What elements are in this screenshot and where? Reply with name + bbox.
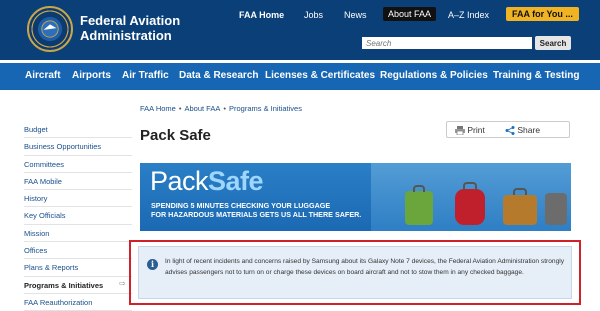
nav-air-traffic[interactable]: Air Traffic bbox=[122, 70, 169, 81]
banner-tagline-line-2: FOR HAZARDOUS MATERIALS GETS US ALL THER… bbox=[151, 210, 362, 219]
sidebar-item-mission[interactable]: Mission bbox=[24, 225, 132, 243]
nav-data-research[interactable]: Data & Research bbox=[179, 70, 258, 81]
top-link-faa-for-you[interactable]: FAA for You ... bbox=[506, 7, 579, 21]
search-button[interactable]: Search bbox=[535, 36, 571, 50]
top-link-about-faa[interactable]: About FAA bbox=[383, 7, 437, 21]
green-bag-handle bbox=[413, 185, 425, 192]
brand-line-1: Federal Aviation bbox=[80, 13, 181, 28]
print-icon bbox=[455, 126, 465, 136]
search-input[interactable] bbox=[362, 37, 532, 49]
site-header: Federal Aviation Administration FAA Home… bbox=[0, 0, 600, 60]
breadcrumb-programs-initiatives[interactable]: Programs & Initiatives bbox=[229, 104, 302, 113]
breadcrumb-about-faa[interactable]: About FAA bbox=[185, 104, 221, 113]
banner-title-safe: Safe bbox=[208, 166, 264, 196]
share-tools: Print Share bbox=[446, 121, 570, 138]
share-label: Share bbox=[517, 125, 541, 135]
nav-airports[interactable]: Airports bbox=[72, 70, 111, 81]
banner-tagline-line-1: SPENDING 5 MINUTES CHECKING YOUR LUGGAGE bbox=[151, 201, 331, 210]
breadcrumb-separator: • bbox=[223, 104, 226, 113]
share-button[interactable]: Share bbox=[505, 125, 541, 136]
sidebar-item-committees[interactable]: Committees bbox=[24, 156, 132, 173]
red-bag-illustration bbox=[455, 189, 485, 225]
page-title: Pack Safe bbox=[140, 127, 211, 144]
red-bag-handle bbox=[463, 182, 477, 190]
nav-training-testing[interactable]: Training & Testing bbox=[493, 70, 579, 81]
alert-text: In light of recent incidents and concern… bbox=[165, 258, 565, 276]
brown-suitcase-handle bbox=[513, 188, 527, 195]
breadcrumb-faa-home[interactable]: FAA Home bbox=[140, 104, 176, 113]
sidebar-item-budget[interactable]: Budget bbox=[24, 121, 132, 139]
nav-aircraft[interactable]: Aircraft bbox=[25, 70, 61, 81]
active-item-arrow-icon: ⇨ bbox=[119, 279, 126, 288]
green-backpack-illustration bbox=[405, 191, 433, 225]
sidebar-nav: Budget Business Opportunities Committees… bbox=[24, 121, 132, 311]
breadcrumb-separator: • bbox=[178, 104, 182, 113]
sidebar-item-faa-mobile[interactable]: FAA Mobile bbox=[24, 173, 132, 191]
galaxy-note-7-alert: i In light of recent incidents and conce… bbox=[138, 246, 572, 299]
top-link-news[interactable]: News bbox=[344, 10, 367, 20]
print-button[interactable]: Print bbox=[455, 125, 485, 136]
site-brand[interactable]: Federal Aviation Administration bbox=[80, 13, 180, 43]
sidebar-item-faa-reauthorization[interactable]: FAA Reauthorization bbox=[24, 294, 132, 311]
brand-line-2: Administration bbox=[80, 28, 172, 43]
banner-tagline: SPENDING 5 MINUTES CHECKING YOUR LUGGAGE… bbox=[151, 201, 361, 219]
gray-case-illustration bbox=[545, 193, 567, 225]
breadcrumb: FAA Home • About FAA • Programs & Initiative… bbox=[140, 104, 302, 113]
share-icon bbox=[505, 126, 515, 136]
faa-seal-logo[interactable] bbox=[27, 6, 73, 52]
sidebar-item-business-opportunities[interactable]: Business Opportunities bbox=[24, 138, 132, 156]
top-link-faa-home[interactable]: FAA Home bbox=[239, 10, 284, 20]
sidebar-item-programs-initiatives[interactable]: Programs & Initiatives bbox=[24, 277, 132, 294]
nav-licenses-certificates[interactable]: Licenses & Certificates bbox=[265, 70, 375, 81]
sidebar-item-history[interactable]: History bbox=[24, 190, 132, 208]
sidebar-item-key-officials[interactable]: Key Officials bbox=[24, 207, 132, 225]
main-nav: Aircraft Airports Air Traffic Data & Res… bbox=[0, 63, 600, 90]
sidebar-item-plans-reports[interactable]: Plans & Reports bbox=[24, 259, 132, 277]
brown-suitcase-illustration bbox=[503, 195, 537, 225]
sidebar-item-offices[interactable]: Offices bbox=[24, 242, 132, 260]
print-label: Print bbox=[467, 125, 485, 135]
nav-regulations-policies[interactable]: Regulations & Policies bbox=[380, 70, 488, 81]
pack-safe-banner: PackSafe SPENDING 5 MINUTES CHECKING YOU… bbox=[140, 163, 571, 231]
info-icon: i bbox=[147, 259, 158, 270]
banner-title: PackSafe bbox=[150, 166, 264, 197]
top-link-jobs[interactable]: Jobs bbox=[304, 10, 323, 20]
top-link-a-z-index[interactable]: A–Z Index bbox=[448, 10, 489, 20]
banner-title-pack: Pack bbox=[150, 166, 209, 196]
